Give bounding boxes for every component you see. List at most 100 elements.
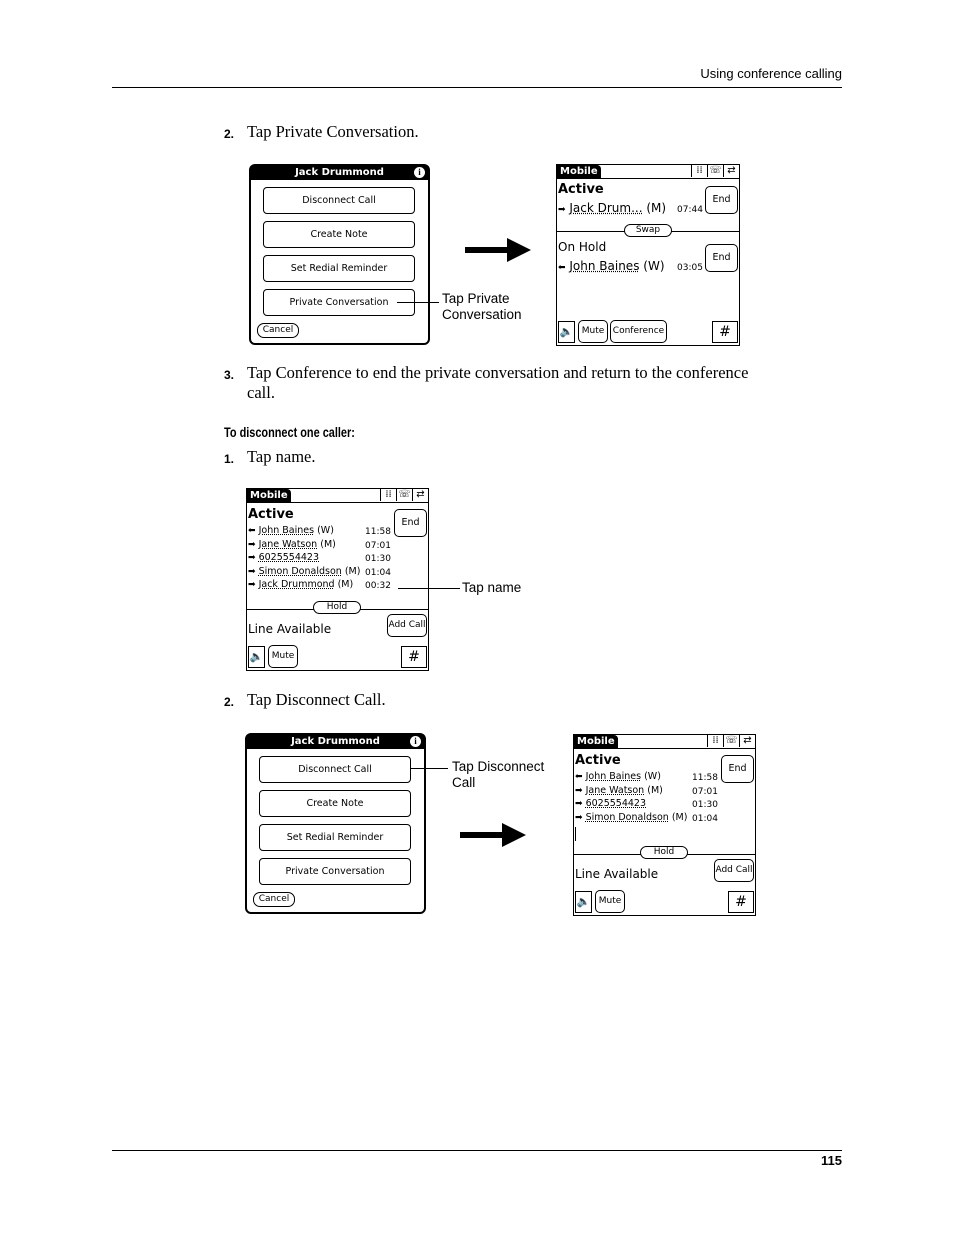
call-time: 00:32 (365, 581, 391, 591)
caller-row[interactable]: ➡ Simon Donaldson (M) (575, 812, 687, 823)
active-label: Active (248, 507, 294, 522)
caller-type: (M) (671, 812, 688, 823)
dialog-title-text: Jack Drummond (295, 167, 384, 178)
step-text-cont: call. (247, 383, 275, 402)
line-available-label: Line Available (248, 622, 332, 636)
speaker-icon[interactable]: 🔈 (575, 891, 592, 913)
call-time: 07:01 (365, 541, 391, 551)
caller-row[interactable]: ➡ 6025554423 (575, 798, 646, 809)
caller-row[interactable]: ➡ Simon Donaldson (M) (248, 566, 360, 577)
end-hold-button[interactable]: End (705, 244, 738, 272)
phone-icon[interactable]: ☏ (707, 165, 723, 177)
info-icon[interactable]: i (414, 167, 425, 178)
caller-row[interactable]: ⬅ John Baines (W) (575, 771, 661, 782)
caller-name[interactable]: Jane Watson (259, 539, 318, 550)
caller-name[interactable]: 6025554423 (259, 552, 319, 563)
caller-row[interactable]: ➡ Jane Watson (M) (575, 785, 663, 796)
outgoing-arrow-icon: ➡ (558, 205, 566, 215)
keypad-hash-button[interactable]: # (401, 646, 427, 668)
mute-button[interactable]: Mute (595, 890, 625, 913)
create-note-button[interactable]: Create Note (259, 790, 411, 817)
add-call-button[interactable]: Add Call (714, 859, 754, 882)
mute-button[interactable]: Mute (268, 645, 298, 668)
caller-row[interactable]: ⬅ John Baines (W) (248, 525, 334, 536)
caller-name[interactable]: Jane Watson (586, 785, 645, 796)
phone-screen-private: Mobile ⁞⁞ ☏ ⇄ Active ➡ Jack Drum... (M) … (556, 164, 740, 346)
set-redial-reminder-button[interactable]: Set Redial Reminder (263, 255, 415, 282)
callout-tap-disconnect: Tap Disconnect Call (452, 759, 544, 791)
phone-icon[interactable]: ☏ (723, 735, 739, 747)
caller-name[interactable]: 6025554423 (586, 798, 646, 809)
end-button[interactable]: End (394, 509, 427, 537)
callout-line1: Tap Disconnect (452, 759, 545, 774)
app-tab[interactable]: Mobile (574, 735, 618, 748)
cancel-button[interactable]: Cancel (257, 323, 299, 338)
step-number: 3. (224, 368, 235, 382)
title-rule (557, 178, 739, 179)
keypad-icon[interactable]: ⁞⁞ (707, 735, 723, 747)
swap-button[interactable]: Swap (624, 224, 672, 237)
private-conversation-button[interactable]: Private Conversation (263, 289, 415, 316)
step-number: 2. (224, 695, 235, 709)
outgoing-arrow-icon: ➡ (248, 553, 256, 563)
title-rule (574, 748, 755, 749)
mute-button[interactable]: Mute (578, 320, 608, 343)
hold-button[interactable]: Hold (313, 601, 361, 614)
caller-name[interactable]: John Baines (586, 771, 641, 782)
section-title: Using conference calling (700, 66, 842, 81)
caller-row[interactable]: ➡ Jane Watson (M) (248, 539, 336, 550)
caller-options-dialog: Jack Drummond i Disconnect Call Create N… (249, 164, 430, 345)
step-text: Tap Conference to end the private conver… (247, 363, 749, 382)
info-icon[interactable]: i (410, 736, 421, 747)
call-time: 11:58 (692, 773, 718, 783)
transfer-icon[interactable]: ⇄ (412, 489, 428, 501)
speaker-icon[interactable]: 🔈 (248, 646, 265, 668)
call-time: 01:30 (365, 554, 391, 564)
app-tab[interactable]: Mobile (557, 165, 601, 178)
set-redial-reminder-button[interactable]: Set Redial Reminder (259, 824, 411, 851)
title-rule (247, 502, 428, 503)
active-caller[interactable]: ➡ Jack Drum... (M) (558, 201, 666, 215)
callout-line (398, 588, 460, 589)
caller-row[interactable]: ➡ Jack Drummond (M) (248, 579, 353, 590)
phone-icon[interactable]: ☏ (396, 489, 412, 501)
transfer-icon[interactable]: ⇄ (739, 735, 755, 747)
app-tab[interactable]: Mobile (247, 489, 291, 502)
outgoing-arrow-icon: ➡ (575, 786, 583, 796)
transfer-icon[interactable]: ⇄ (723, 165, 739, 177)
caller-name[interactable]: Simon Donaldson (586, 812, 669, 823)
caller-name[interactable]: Jack Drum... (569, 201, 642, 215)
caller-name[interactable]: John Baines (569, 259, 639, 273)
hold-caller[interactable]: ⬅ John Baines (W) (558, 259, 665, 273)
keypad-hash-button[interactable]: # (728, 891, 754, 913)
disconnect-call-button[interactable]: Disconnect Call (259, 756, 411, 783)
add-call-button[interactable]: Add Call (387, 614, 427, 637)
call-time: 03:05 (677, 263, 703, 273)
end-active-button[interactable]: End (705, 186, 738, 214)
caller-type: (W) (643, 259, 665, 273)
call-time: 11:58 (365, 527, 391, 537)
keypad-hash-button[interactable]: # (712, 321, 738, 343)
disconnect-call-button[interactable]: Disconnect Call (263, 187, 415, 214)
hold-button[interactable]: Hold (640, 846, 688, 859)
call-time: 07:01 (692, 787, 718, 797)
end-button[interactable]: End (721, 755, 754, 783)
caller-row[interactable]: ➡ 6025554423 (248, 552, 319, 563)
caller-name[interactable]: Simon Donaldson (259, 566, 342, 577)
dialog-title: Jack Drummond (247, 735, 424, 749)
step-tap-disconnect: 2. Tap Disconnect Call. (224, 690, 386, 710)
text-cursor (575, 827, 576, 841)
keypad-icon[interactable]: ⁞⁞ (691, 165, 707, 177)
private-conversation-button[interactable]: Private Conversation (259, 858, 411, 885)
caller-type: (M) (646, 201, 667, 215)
caller-name[interactable]: Jack Drummond (259, 579, 335, 590)
conference-button[interactable]: Conference (610, 320, 667, 343)
cancel-button[interactable]: Cancel (253, 892, 295, 907)
speaker-icon[interactable]: 🔈 (558, 321, 575, 343)
outgoing-arrow-icon: ➡ (248, 567, 256, 577)
keypad-icon[interactable]: ⁞⁞ (380, 489, 396, 501)
caller-name[interactable]: John Baines (259, 525, 314, 536)
title-icons: ⁞⁞ ☏ ⇄ (707, 735, 755, 748)
incoming-arrow-icon: ⬅ (575, 772, 583, 782)
create-note-button[interactable]: Create Note (263, 221, 415, 248)
